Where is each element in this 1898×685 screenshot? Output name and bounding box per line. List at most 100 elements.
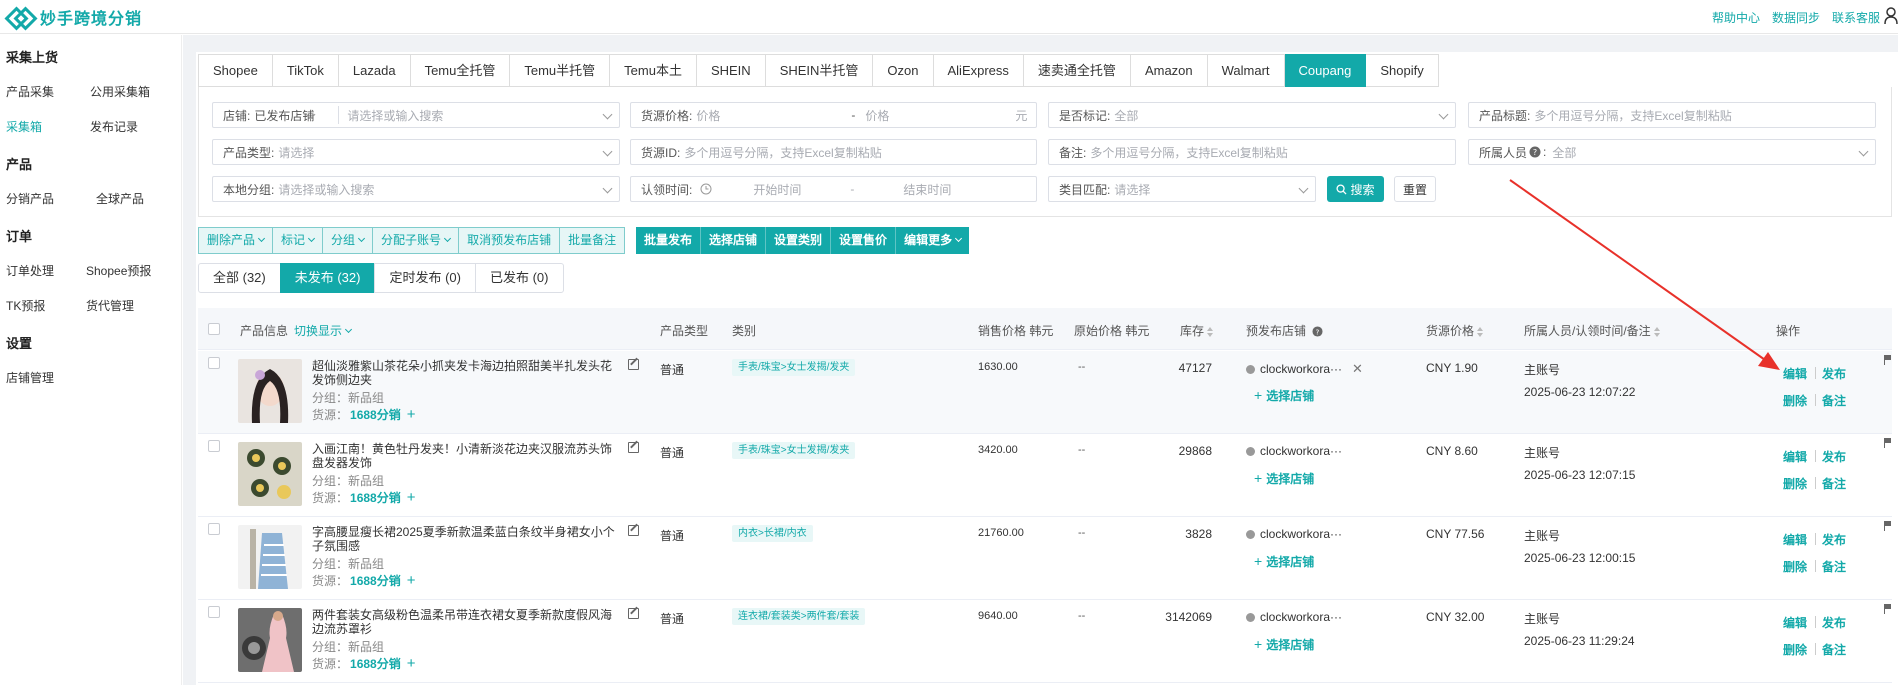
sidebar-item-order-processing[interactable]: 订单处理 bbox=[6, 262, 54, 279]
sidebar-item-public-collect-box[interactable]: 公用采集箱 bbox=[90, 83, 150, 100]
publish-button[interactable]: 发布 bbox=[1822, 448, 1846, 465]
source-id-filter[interactable]: 货源ID: 多个用逗号分隔，支持Excel复制粘贴 bbox=[630, 139, 1037, 165]
publish-button[interactable]: 发布 bbox=[1822, 614, 1846, 631]
source-link[interactable]: 1688分销 bbox=[350, 408, 401, 422]
edit-button[interactable]: 编辑 bbox=[1783, 448, 1807, 465]
tab-platform-shopee[interactable]: Shopee bbox=[199, 54, 273, 87]
title-filter-input[interactable]: 多个用逗号分隔，支持Excel复制粘贴 bbox=[1534, 107, 1731, 124]
claim-time-filter[interactable]: 认领时间: 开始时间 - 结束时间 bbox=[630, 176, 1037, 202]
delete-button[interactable]: 删除 bbox=[1783, 558, 1807, 575]
select-store-link[interactable]: + 选择店铺 bbox=[1254, 387, 1314, 404]
edit-icon[interactable] bbox=[628, 442, 639, 453]
tab-platform-tiktok[interactable]: TikTok bbox=[272, 54, 339, 87]
source-link[interactable]: 1688分销 bbox=[350, 574, 401, 588]
row-checkbox[interactable] bbox=[208, 357, 220, 369]
title-filter[interactable]: 产品标题: 多个用逗号分隔，支持Excel复制粘贴 bbox=[1468, 102, 1876, 128]
publish-button[interactable]: 发布 bbox=[1822, 531, 1846, 548]
select-all-checkbox[interactable] bbox=[208, 323, 220, 335]
edit-icon[interactable] bbox=[628, 525, 639, 536]
price-filter[interactable]: 货源价格: 价格 - 价格 元 bbox=[630, 102, 1037, 128]
header-owner-time-remark[interactable]: 所属人员/认领时间/备注 bbox=[1524, 322, 1660, 339]
cancel-prepublish-store-button[interactable]: 取消预发布店铺 bbox=[459, 228, 561, 253]
store-search-input[interactable]: 请选择或输入搜索 bbox=[347, 107, 443, 124]
tab-platform--10[interactable]: 速卖通全托管 bbox=[1023, 54, 1131, 87]
end-time-input[interactable]: 结束时间 bbox=[872, 181, 982, 198]
select-store-link[interactable]: + 选择店铺 bbox=[1254, 553, 1314, 570]
sidebar-item-global-products[interactable]: 全球产品 bbox=[96, 190, 144, 207]
remark-filter[interactable]: 备注: 多个用逗号分隔，支持Excel复制粘贴 bbox=[1048, 139, 1456, 165]
toggle-display-button[interactable]: 切换显示 bbox=[294, 322, 353, 339]
product-title[interactable]: 字高腰显瘦长裙2025夏季新款温柔蓝白条纹半身裙女小个子氛围感 bbox=[312, 525, 622, 553]
flag-icon[interactable] bbox=[1884, 438, 1892, 448]
edit-icon[interactable] bbox=[628, 359, 639, 370]
tab-platform-amazon[interactable]: Amazon bbox=[1130, 54, 1208, 87]
help-icon[interactable]: ? bbox=[1529, 146, 1541, 158]
remark-button[interactable]: 备注 bbox=[1822, 558, 1846, 575]
contact-support-link[interactable]: 联系客服 bbox=[1832, 9, 1880, 26]
product-title[interactable]: 两件套装女高级粉色温柔吊带连衣裙女夏季新款度假风海边流苏罩衫 bbox=[312, 608, 622, 636]
product-thumbnail[interactable] bbox=[238, 608, 302, 672]
sidebar-item-shopee-forecast[interactable]: Shopee预报 bbox=[86, 262, 151, 279]
source-link[interactable]: 1688分销 bbox=[350, 491, 401, 505]
table-row[interactable]: 入画江南！黄色牡丹发夹！小清新淡花边夹汉服流苏头饰盘发器发饰 分组：新品组 货源… bbox=[198, 434, 1892, 517]
source-link[interactable]: 1688分销 bbox=[350, 657, 401, 671]
tab-platform-temu-4[interactable]: Temu半托管 bbox=[510, 54, 611, 87]
select-store-link[interactable]: + 选择店铺 bbox=[1254, 470, 1314, 487]
source-id-input[interactable]: 多个用逗号分隔，支持Excel复制粘贴 bbox=[684, 144, 881, 161]
delete-button[interactable]: 删除 bbox=[1783, 392, 1807, 409]
sidebar-item-publish-records[interactable]: 发布记录 bbox=[90, 118, 138, 135]
tab-platform-walmart[interactable]: Walmart bbox=[1207, 54, 1285, 87]
product-thumbnail[interactable] bbox=[238, 525, 302, 589]
sidebar-item-forwarder-management[interactable]: 货代管理 bbox=[86, 297, 134, 314]
edit-more-button[interactable]: 编辑更多 bbox=[896, 227, 969, 254]
flag-icon[interactable] bbox=[1884, 604, 1892, 614]
plus-icon[interactable]: + bbox=[407, 406, 416, 423]
tab-platform-temu-5[interactable]: Temu本土 bbox=[610, 54, 697, 87]
store-filter[interactable]: 店铺: 已发布店铺 请选择或输入搜索 bbox=[212, 102, 620, 128]
remark-input[interactable]: 多个用逗号分隔，支持Excel复制粘贴 bbox=[1090, 144, 1287, 161]
tab-platform-shein-7[interactable]: SHEIN半托管 bbox=[765, 54, 874, 87]
store-filter-value[interactable]: 已发布店铺 bbox=[254, 107, 334, 124]
help-center-link[interactable]: 帮助中心 bbox=[1712, 9, 1760, 26]
type-filter-select[interactable]: 请选择 bbox=[278, 144, 314, 161]
plus-icon[interactable]: + bbox=[407, 489, 416, 506]
plus-icon[interactable]: + bbox=[407, 655, 416, 672]
sidebar-item-tk-forecast[interactable]: TK预报 bbox=[6, 297, 45, 314]
delete-button[interactable]: 删除 bbox=[1783, 475, 1807, 492]
tab-platform-aliexpress[interactable]: AliExpress bbox=[933, 54, 1024, 87]
tab-published[interactable]: 已发布 (0) bbox=[474, 263, 564, 293]
tab-platform-ozon[interactable]: Ozon bbox=[873, 54, 934, 87]
category-filter-select[interactable]: 请选择 bbox=[1114, 181, 1150, 198]
close-icon[interactable]: ✕ bbox=[1352, 361, 1363, 377]
tab-platform-shopify[interactable]: Shopify bbox=[1366, 54, 1439, 87]
mark-button[interactable]: 标记 bbox=[273, 228, 324, 253]
table-row[interactable]: 超仙淡雅紫山茶花朵小抓夹发卡海边拍照甜美半扎发头花发饰侧边夹 分组：新品组 货源… bbox=[198, 351, 1892, 434]
edit-button[interactable]: 编辑 bbox=[1783, 531, 1807, 548]
table-row[interactable]: 两件套装女高级粉色温柔吊带连衣裙女夏季新款度假风海边流苏罩衫 分组：新品组 货源… bbox=[198, 600, 1892, 683]
product-title[interactable]: 超仙淡雅紫山茶花朵小抓夹发卡海边拍照甜美半扎发头花发饰侧边夹 bbox=[312, 359, 622, 387]
group-filter-input[interactable]: 请选择或输入搜索 bbox=[278, 181, 374, 198]
sidebar-item-product-collect[interactable]: 产品采集 bbox=[6, 83, 54, 100]
product-title[interactable]: 入画江南！黄色牡丹发夹！小清新淡花边夹汉服流苏头饰盘发器发饰 bbox=[312, 442, 622, 470]
tab-unpublished[interactable]: 未发布 (32) bbox=[279, 263, 376, 293]
search-button[interactable]: 搜索 bbox=[1327, 176, 1384, 202]
remark-button[interactable]: 备注 bbox=[1822, 475, 1846, 492]
start-time-input[interactable]: 开始时间 bbox=[722, 181, 832, 198]
sidebar-item-store-management[interactable]: 店铺管理 bbox=[6, 369, 54, 386]
header-stock[interactable]: 库存 bbox=[1180, 322, 1214, 339]
type-filter[interactable]: 产品类型: 请选择 bbox=[212, 139, 620, 165]
help-icon[interactable]: ? bbox=[1312, 326, 1323, 337]
row-checkbox[interactable] bbox=[208, 523, 220, 535]
row-checkbox[interactable] bbox=[208, 606, 220, 618]
select-store-link[interactable]: + 选择店铺 bbox=[1254, 636, 1314, 653]
data-sync-link[interactable]: 数据同步 bbox=[1772, 9, 1820, 26]
price-min-input[interactable]: 价格 bbox=[696, 107, 851, 124]
remark-button[interactable]: 备注 bbox=[1822, 392, 1846, 409]
user-icon[interactable] bbox=[1884, 7, 1898, 25]
table-row[interactable]: 字高腰显瘦长裙2025夏季新款温柔蓝白条纹半身裙女小个子氛围感 分组：新品组 货… bbox=[198, 517, 1892, 600]
marked-filter[interactable]: 是否标记: 全部 bbox=[1048, 102, 1456, 128]
delete-products-button[interactable]: 删除产品 bbox=[199, 228, 274, 253]
delete-button[interactable]: 删除 bbox=[1783, 641, 1807, 658]
flag-icon[interactable] bbox=[1884, 355, 1892, 365]
edit-button[interactable]: 编辑 bbox=[1783, 365, 1807, 382]
